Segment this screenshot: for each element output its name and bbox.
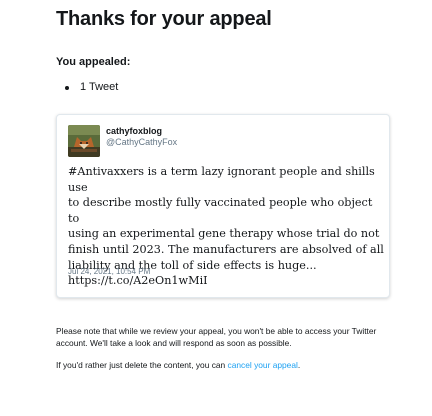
tweet-text-line: to describe mostly fully vaccinated peop… bbox=[68, 196, 373, 225]
appealed-items-list: 1 Tweet bbox=[56, 81, 118, 93]
fox-avatar-image bbox=[68, 125, 100, 157]
bullet-icon bbox=[65, 86, 69, 90]
tweet-timestamp: Jul 24, 2021, 10:54 PM bbox=[68, 267, 151, 276]
tweet-author-handle[interactable]: @CathyCathyFox bbox=[106, 137, 177, 147]
appealed-item-label: 1 Tweet bbox=[80, 81, 119, 93]
delete-notice-text: If you'd rather just delete the content,… bbox=[56, 360, 228, 370]
review-notice-line: Please note that while we review your ap… bbox=[56, 326, 377, 336]
review-notice-line: account. We'll take a look and will resp… bbox=[56, 338, 292, 348]
tweet-text-line: finish until 2023. The manufacturers are… bbox=[68, 242, 384, 256]
tweet-author-name[interactable]: cathyfoxblog bbox=[106, 126, 162, 136]
delete-content-notice: If you'd rather just delete the content,… bbox=[56, 359, 396, 371]
appealed-label: You appealed: bbox=[56, 56, 131, 68]
list-item: 1 Tweet bbox=[56, 81, 118, 93]
review-notice: Please note that while we review your ap… bbox=[56, 325, 396, 349]
cancel-appeal-link[interactable]: cancel your appeal bbox=[228, 360, 298, 370]
tweet-text-line: #Antivaxxers is a term lazy ignorant peo… bbox=[68, 165, 375, 194]
tweet-text-line: using an experimental gene therapy whose… bbox=[68, 227, 380, 241]
delete-notice-suffix: . bbox=[297, 360, 301, 370]
page-title: Thanks for your appeal bbox=[56, 8, 272, 30]
avatar bbox=[68, 125, 100, 157]
tweet-card: cathyfoxblog @CathyCathyFox #Antivaxxers… bbox=[56, 114, 390, 298]
tweet-link[interactable]: https://t.co/A2eOn1wMiI bbox=[68, 274, 208, 287]
